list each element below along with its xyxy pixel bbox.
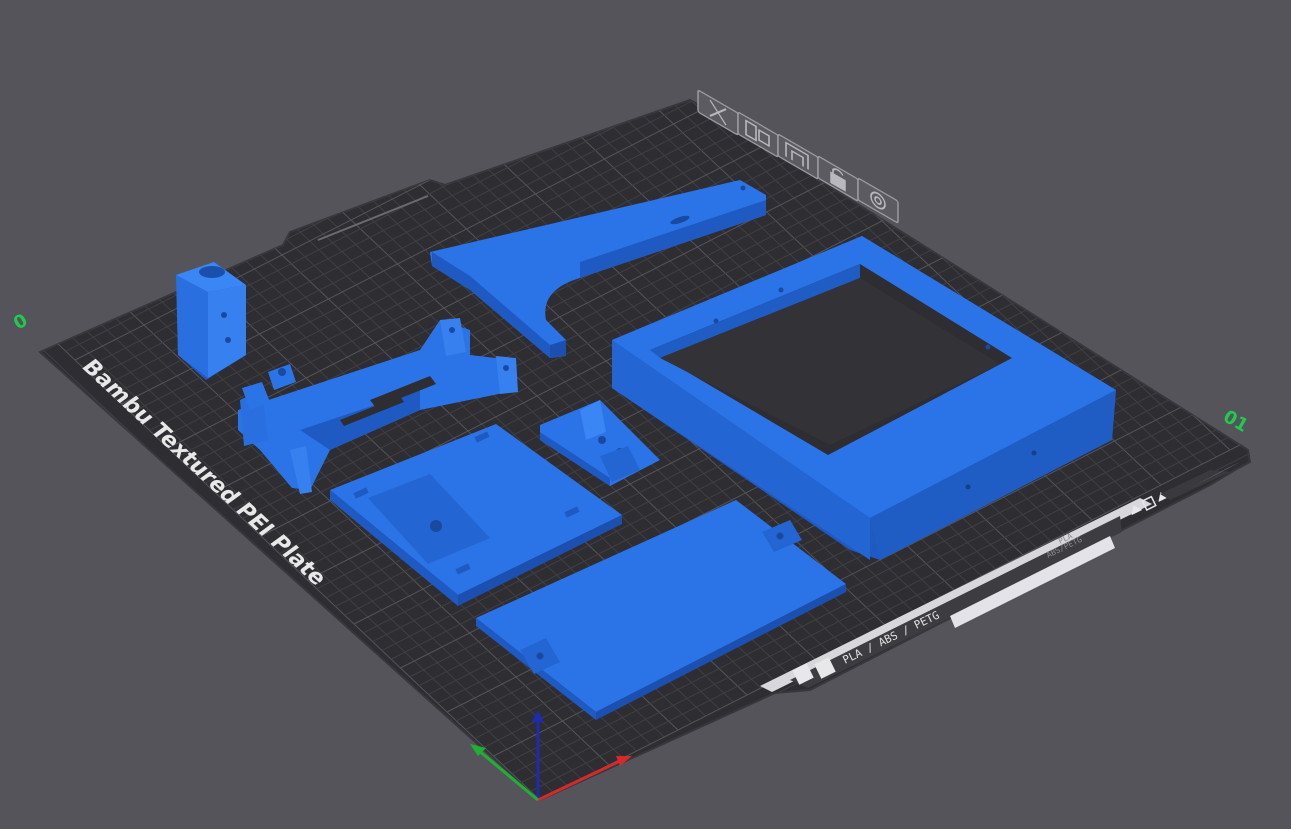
axis-marker-left: 0 (10, 310, 31, 334)
axis-marker-right: 01 (1220, 406, 1252, 437)
3d-viewport[interactable]: Bambu Textured PEI Plate PLA / ABS / PET… (0, 0, 1291, 829)
